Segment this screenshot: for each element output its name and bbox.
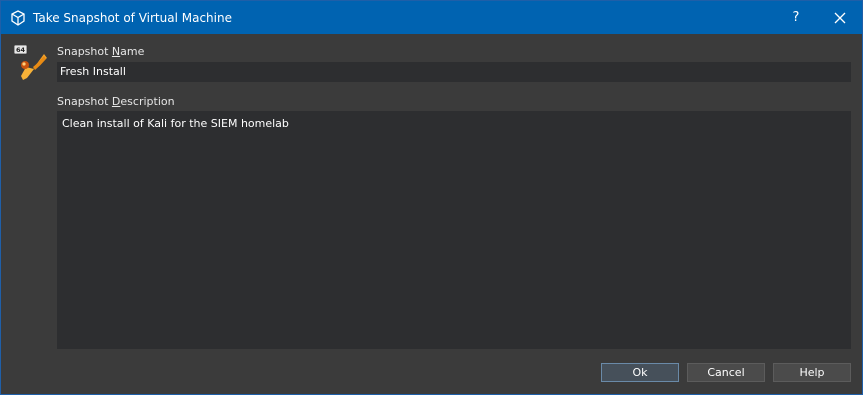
label-text: Snapshot (57, 45, 112, 58)
logo-badge-text: 64 (16, 46, 26, 54)
title-bar[interactable]: Take Snapshot of Virtual Machine ? (1, 1, 862, 34)
snapshot-name-input[interactable] (57, 62, 851, 82)
snapshot-name-label: Snapshot Name (57, 45, 144, 59)
snapshot-description-textarea[interactable]: Clean install of Kali for the SIEM homel… (57, 111, 851, 349)
window-title: Take Snapshot of Virtual Machine (33, 11, 232, 25)
label-text: Snapshot (57, 95, 112, 108)
snapshot-description-label: Snapshot Description (57, 95, 175, 109)
label-accelerator: N (111, 45, 121, 58)
close-button[interactable] (824, 1, 856, 34)
ok-button[interactable]: Ok (601, 363, 679, 382)
cancel-button[interactable]: Cancel (687, 363, 765, 382)
virtualbox-64bit-logo-icon: 64 (13, 44, 48, 81)
label-text: ame (120, 45, 145, 58)
help-dialog-button[interactable]: Help (773, 363, 851, 382)
virtualbox-cube-icon (10, 10, 26, 26)
snapshot-dialog: Take Snapshot of Virtual Machine ? 64 Sn… (0, 0, 863, 395)
close-icon (834, 12, 846, 24)
help-button[interactable]: ? (781, 1, 811, 34)
label-text: escription (120, 95, 175, 108)
